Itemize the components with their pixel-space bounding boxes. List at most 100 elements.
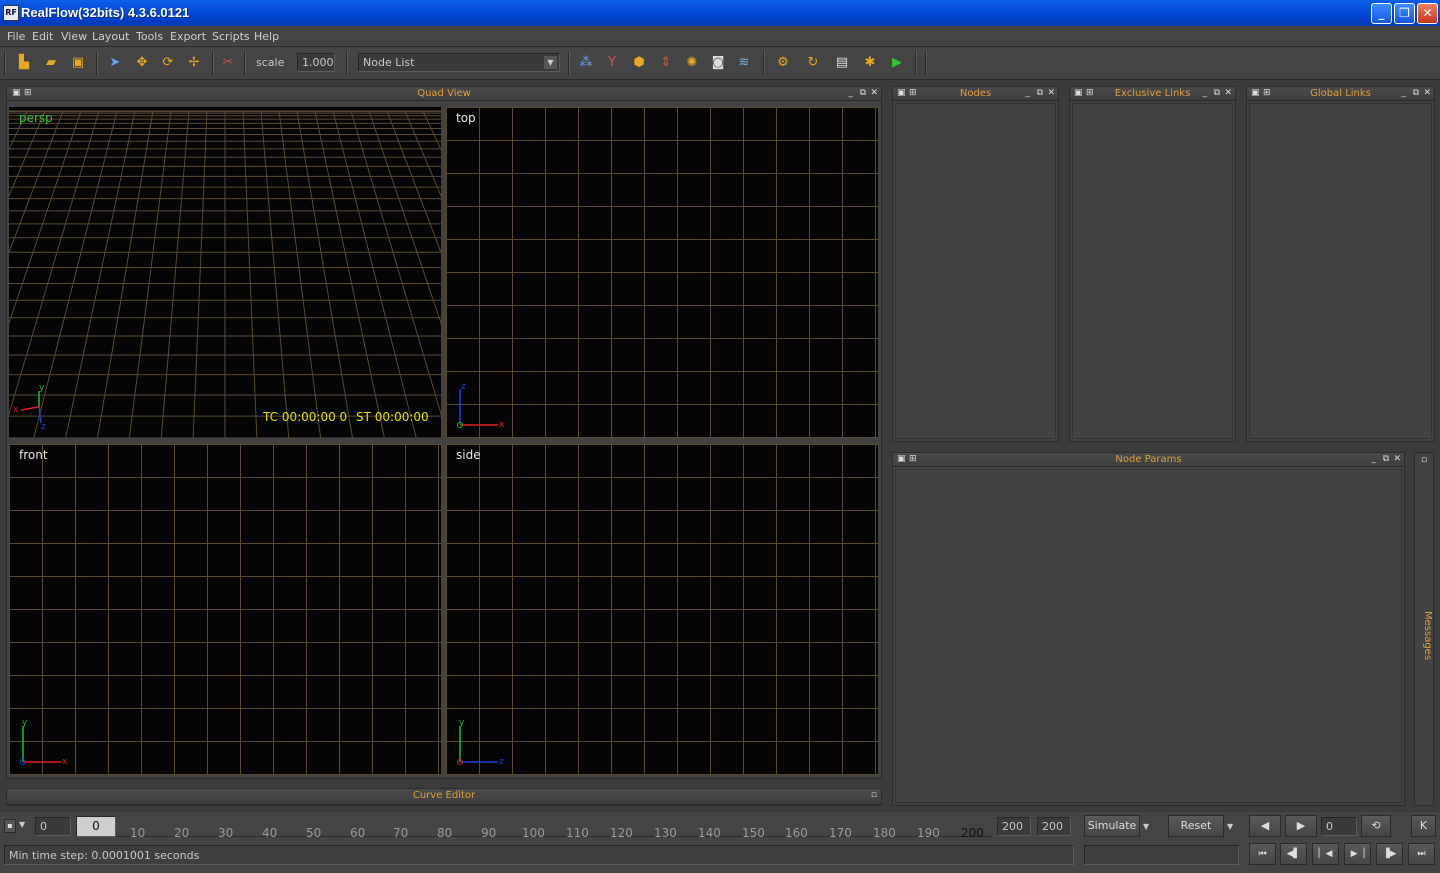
- pdc-export-icon[interactable]: ✱: [861, 54, 879, 72]
- minimize-button[interactable]: _: [1371, 3, 1392, 24]
- close-panel-icon[interactable]: ✕: [1224, 88, 1232, 99]
- close-button[interactable]: ✕: [1417, 3, 1438, 24]
- play-backward-button[interactable]: ◀: [1249, 815, 1281, 837]
- maximize-button[interactable]: ❐: [1394, 3, 1415, 24]
- toolbar-separator: [915, 51, 917, 75]
- float-panel-icon[interactable]: ⧉: [1214, 88, 1220, 99]
- simulate-reset-icon[interactable]: ⚙: [774, 54, 792, 72]
- timecode-readout: TC 00:00:00 0: [263, 410, 348, 424]
- float-panel-icon[interactable]: ⧉: [1037, 88, 1043, 99]
- go-to-end-icon[interactable]: ⏭: [1408, 843, 1435, 865]
- end-frame-input[interactable]: 200: [997, 817, 1031, 836]
- minimize-panel-icon[interactable]: _: [1402, 88, 1407, 99]
- timeline-tick: 30: [218, 826, 234, 840]
- step-forward-icon[interactable]: ▐▶: [1376, 843, 1403, 865]
- float-panel-icon[interactable]: ⧉: [860, 88, 866, 99]
- menu-file[interactable]: File: [7, 30, 25, 43]
- menu-edit[interactable]: Edit: [32, 30, 53, 43]
- nodes-list[interactable]: [895, 103, 1056, 439]
- add-emitter-icon[interactable]: ⁂: [577, 54, 595, 72]
- restore-panel-icon[interactable]: ▫: [1421, 455, 1427, 466]
- reset-button[interactable]: Reset: [1168, 815, 1224, 837]
- restore-panel-icon[interactable]: ▫: [871, 790, 877, 801]
- chevron-down-icon[interactable]: ▼: [1227, 822, 1233, 831]
- node-list-dropdown[interactable]: Node List ▼: [358, 53, 560, 72]
- play-icon[interactable]: ▶: [888, 54, 906, 72]
- add-daemon-icon[interactable]: Y: [603, 54, 621, 72]
- menu-scripts[interactable]: Scripts: [212, 30, 250, 43]
- persp-grid-line: [96, 110, 154, 438]
- save-icon[interactable]: ▣: [69, 54, 87, 72]
- window-title: RealFlow(32bits) 4.3.6.0121: [21, 5, 190, 20]
- lock-icon[interactable]: ▪: [4, 819, 16, 833]
- minimize-panel-icon[interactable]: _: [1203, 88, 1208, 99]
- timeline-ruler[interactable]: 10 20 30 40 50 60 70 80 90 100 110 120 1…: [116, 816, 992, 840]
- top-label: top: [456, 111, 476, 125]
- front-viewport[interactable]: front y x: [9, 444, 441, 775]
- add-camera-icon[interactable]: ◙: [709, 54, 727, 72]
- scale-label: scale: [256, 56, 285, 69]
- toolbar-separator: [244, 51, 246, 75]
- open-folder-icon[interactable]: ▰: [42, 54, 60, 72]
- exclusive-links-panel: ▣ ⊞ Exclusive Links _ ⧉ ✕: [1069, 86, 1236, 442]
- messages-panel[interactable]: ▫ Messages: [1414, 452, 1434, 806]
- max-frame-input[interactable]: 200: [1037, 817, 1071, 836]
- menu-export[interactable]: Export: [170, 30, 206, 43]
- image-export-icon[interactable]: ▤: [833, 54, 851, 72]
- close-panel-icon[interactable]: ✕: [1393, 454, 1401, 465]
- select-arrow-icon[interactable]: ➤: [106, 54, 124, 72]
- axis-y-label: y: [39, 383, 45, 393]
- minimize-panel-icon[interactable]: _: [1026, 88, 1031, 99]
- scale-input[interactable]: 1.000: [297, 53, 335, 72]
- menu-layout[interactable]: Layout: [92, 30, 129, 43]
- scissors-icon[interactable]: ✂: [219, 54, 237, 72]
- add-object-icon[interactable]: ⬢: [630, 54, 648, 72]
- start-frame-input[interactable]: 0: [35, 817, 71, 836]
- step-back-icon[interactable]: ◀▌: [1280, 843, 1307, 865]
- float-panel-icon[interactable]: ⧉: [1413, 88, 1419, 99]
- next-frame-icon[interactable]: ▶▕: [1344, 843, 1371, 865]
- chevron-down-icon[interactable]: ▼: [1143, 822, 1149, 831]
- timeline-tick: 20: [174, 826, 190, 840]
- exclusive-links-list[interactable]: [1072, 103, 1233, 439]
- add-mesh-icon[interactable]: ✺: [683, 54, 701, 72]
- current-frame-marker[interactable]: 0: [76, 816, 116, 837]
- float-panel-icon[interactable]: ⧉: [1383, 454, 1389, 465]
- menu-view[interactable]: View: [61, 30, 87, 43]
- play-forward-button[interactable]: ▶: [1285, 815, 1317, 837]
- progress-field: [1084, 845, 1239, 865]
- chevron-down-icon[interactable]: ▼: [19, 820, 25, 829]
- cycle-icon[interactable]: ↻: [804, 54, 822, 72]
- menu-bar: File Edit View Layout Tools Export Scrip…: [0, 26, 1440, 47]
- node-params-body[interactable]: [895, 469, 1402, 803]
- rotate-icon[interactable]: ⟳: [159, 54, 177, 72]
- move-icon[interactable]: ✥: [133, 54, 151, 72]
- top-viewport[interactable]: top z x: [446, 107, 878, 438]
- frame-input[interactable]: 0: [1321, 817, 1357, 836]
- minimize-panel-icon[interactable]: _: [1372, 454, 1377, 465]
- top-axis-gizmo: z x: [457, 382, 505, 430]
- go-to-start-icon[interactable]: ⏮: [1249, 843, 1276, 865]
- timeline-tick: 160: [785, 826, 808, 840]
- persp-grid-line: [242, 110, 258, 438]
- status-message: Min time step: 0.0001001 seconds: [9, 849, 200, 862]
- scale-icon[interactable]: ✢: [185, 54, 203, 72]
- menu-tools[interactable]: Tools: [136, 30, 163, 43]
- global-links-list[interactable]: [1249, 103, 1432, 439]
- menu-help[interactable]: Help: [254, 30, 279, 43]
- simulate-button[interactable]: Simulate: [1084, 815, 1140, 837]
- close-panel-icon[interactable]: ✕: [870, 88, 878, 99]
- loop-icon[interactable]: ⟲: [1361, 815, 1391, 837]
- minimize-panel-icon[interactable]: _: [849, 88, 854, 99]
- close-panel-icon[interactable]: ✕: [1047, 88, 1055, 99]
- keyframe-button[interactable]: K: [1411, 815, 1436, 837]
- new-file-icon[interactable]: ▙: [15, 54, 33, 72]
- add-wave-icon[interactable]: ≋: [735, 54, 753, 72]
- side-viewport[interactable]: side y z: [446, 444, 878, 775]
- timeline-tick: 40: [262, 826, 278, 840]
- persp-viewport[interactable]: persp y x z TC 00:00:00 0 ST 00:00:00: [9, 107, 441, 438]
- timeline-tick: 130: [654, 826, 677, 840]
- prev-frame-icon[interactable]: ▏◀: [1312, 843, 1339, 865]
- add-constraint-icon[interactable]: ⇕: [657, 54, 675, 72]
- close-panel-icon[interactable]: ✕: [1423, 88, 1431, 99]
